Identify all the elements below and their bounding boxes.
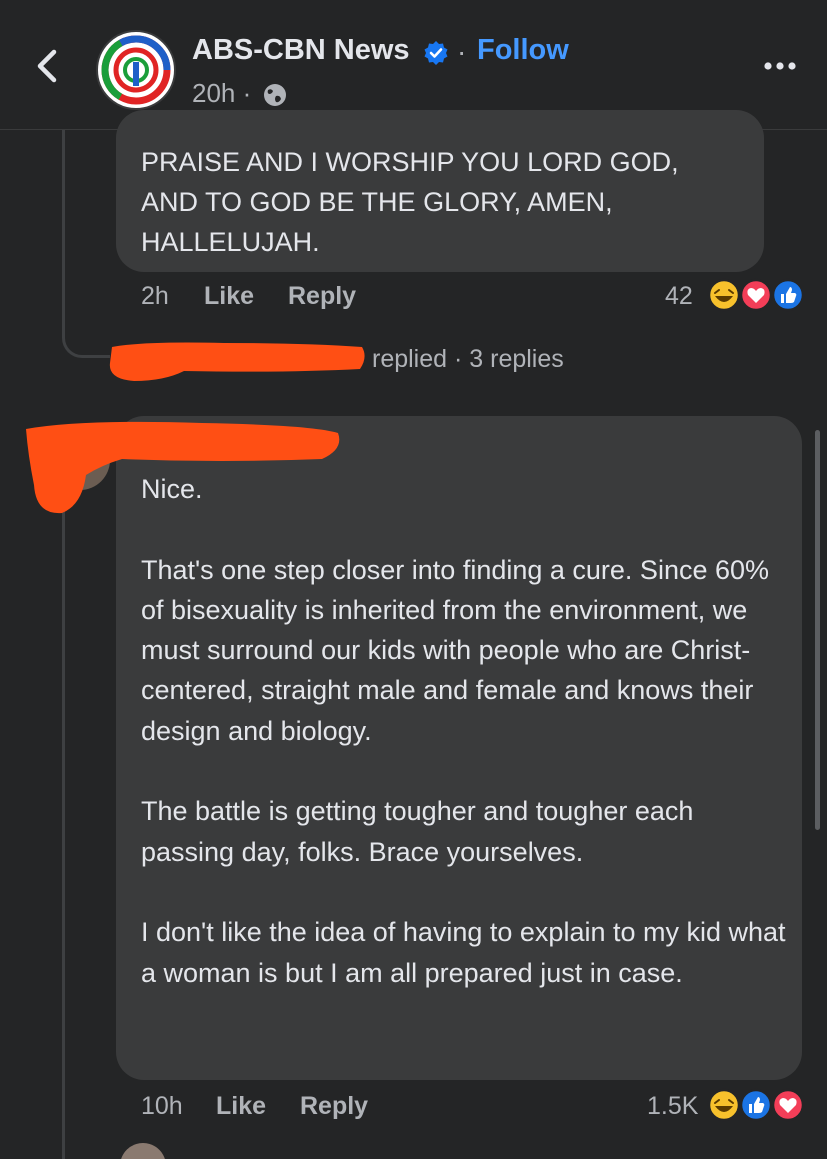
like-button[interactable]: Like (216, 1092, 266, 1121)
commenter-avatar[interactable] (120, 1143, 166, 1159)
love-icon (739, 278, 773, 312)
like-button[interactable]: Like (204, 282, 254, 311)
comment-text: PRAISE AND I WORSHIP YOU LORD GOD, AND T… (141, 122, 751, 262)
globe-icon (264, 84, 286, 106)
comment-line: AND TO GOD BE THE GLORY, AMEN, (141, 187, 613, 217)
reaction-icons[interactable] (706, 278, 806, 312)
scrollbar[interactable] (815, 430, 820, 830)
comment-line: PRAISE AND I WORSHIP YOU LORD GOD, (141, 147, 679, 177)
back-button[interactable] (30, 42, 64, 90)
comment-text: Nice. That's one step closer into findin… (141, 474, 786, 988)
follow-button[interactable]: Follow (477, 34, 569, 67)
haha-icon (707, 278, 741, 312)
like-icon (739, 1088, 773, 1122)
separator-dot: · (457, 36, 467, 67)
love-icon (771, 1088, 805, 1122)
post-time: 20h · (192, 78, 252, 108)
verified-badge-icon (424, 41, 448, 65)
comment-time: 2h (141, 282, 169, 310)
thread-connector (62, 500, 65, 1159)
view-replies-link[interactable]: replied · 3 replies (372, 345, 564, 374)
reply-button[interactable]: Reply (300, 1092, 368, 1121)
page-avatar[interactable] (96, 30, 176, 110)
comment-line: HALLELUJAH. (141, 227, 320, 257)
page-name[interactable]: ABS-CBN News (192, 34, 410, 67)
chevron-left-icon (37, 49, 57, 83)
reaction-count[interactable]: 42 (665, 282, 693, 311)
thread-connector (62, 130, 110, 358)
reaction-count[interactable]: 1.5K (647, 1092, 698, 1121)
reply-button[interactable]: Reply (288, 282, 356, 311)
abs-cbn-logo-icon (101, 35, 171, 105)
comment-time: 10h (141, 1092, 183, 1120)
reaction-icons[interactable] (706, 1088, 806, 1122)
haha-icon (707, 1088, 741, 1122)
like-icon (771, 278, 805, 312)
redaction-mark (109, 342, 365, 381)
more-options-icon[interactable] (760, 54, 800, 78)
